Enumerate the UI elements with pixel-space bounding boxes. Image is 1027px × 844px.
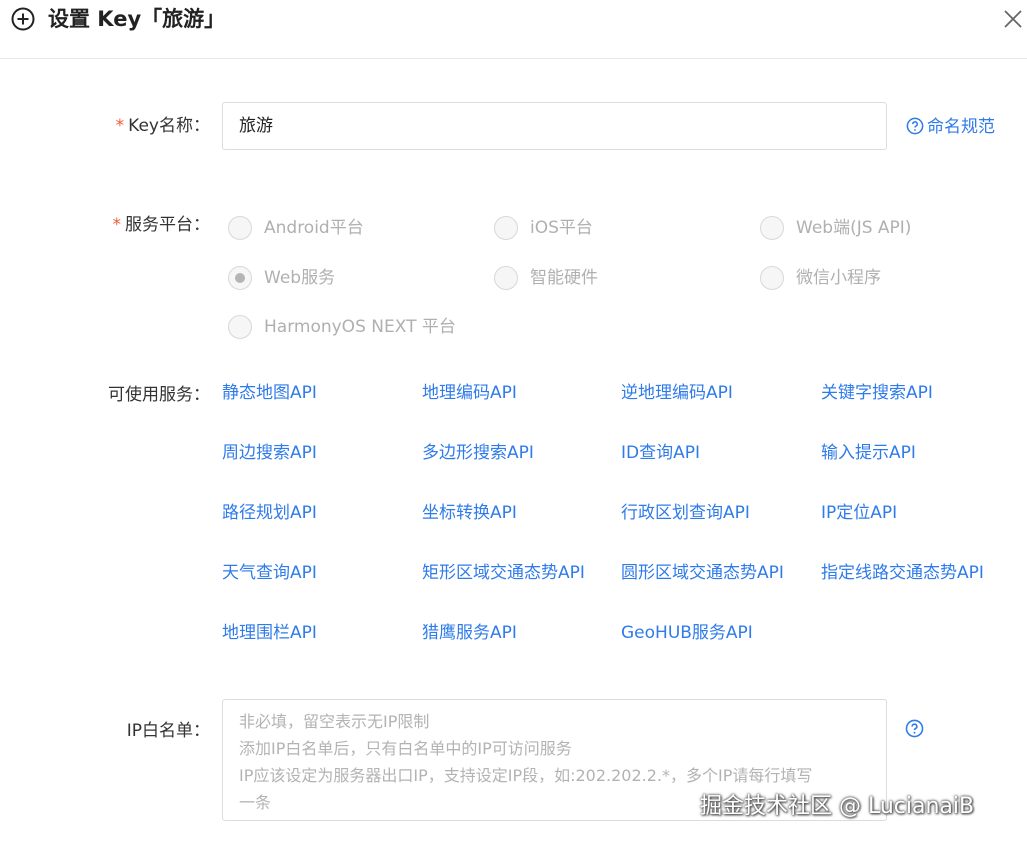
service-link[interactable]: 输入提示API xyxy=(821,442,916,464)
service-link[interactable]: 周边搜索API xyxy=(222,442,317,464)
radio-circle xyxy=(494,216,518,240)
naming-rules-link[interactable]: 命名规范 xyxy=(906,116,995,138)
platform-label: * 服务平台： xyxy=(112,215,211,235)
service-link[interactable]: 坐标转换API xyxy=(422,502,517,524)
radio-circle xyxy=(760,216,784,240)
service-link[interactable]: 天气查询API xyxy=(222,562,317,584)
required-mark: * xyxy=(112,215,122,235)
service-link[interactable]: 矩形区域交通态势API xyxy=(422,562,585,584)
radio-circle xyxy=(228,315,252,339)
service-link[interactable]: 静态地图API xyxy=(222,382,317,404)
close-icon[interactable] xyxy=(1000,6,1026,32)
service-link[interactable]: GeoHUB服务API xyxy=(621,622,753,644)
service-link[interactable]: 多边形搜索API xyxy=(422,442,534,464)
service-link[interactable]: IP定位API xyxy=(821,502,897,524)
required-mark: * xyxy=(115,116,125,136)
radio-circle xyxy=(494,266,518,290)
radio-circle xyxy=(228,216,252,240)
key-name-input[interactable]: 旅游 xyxy=(222,102,887,150)
service-link[interactable]: ID查询API xyxy=(621,442,700,464)
service-link[interactable]: 行政区划查询API xyxy=(621,502,750,524)
dialog-header: 设置 Key「旅游」 xyxy=(0,0,1027,59)
placeholder-line: 添加IP白名单后，只有白名单中的IP可访问服务 xyxy=(239,739,572,758)
service-link[interactable]: 猎鹰服务API xyxy=(422,622,517,644)
question-circle-icon[interactable] xyxy=(905,719,924,738)
key-name-label: * Key名称： xyxy=(115,116,210,136)
radio-circle xyxy=(228,266,252,290)
ip-whitelist-label: IP白名单： xyxy=(126,721,210,741)
placeholder-line: 非必填，留空表示无IP限制 xyxy=(239,712,430,731)
service-link[interactable]: 关键字搜索API xyxy=(821,382,933,404)
dialog-title: 设置 Key「旅游」 xyxy=(48,7,226,31)
question-circle-icon xyxy=(906,117,924,135)
services-label: 可使用服务： xyxy=(108,385,210,405)
placeholder-line: IP应该设定为服务器出口IP，支持设定IP段，如:202.202.2.*，多个I… xyxy=(239,766,813,785)
service-link[interactable]: 指定线路交通态势API xyxy=(821,562,984,584)
service-link[interactable]: 地理围栏API xyxy=(222,622,317,644)
radio-circle xyxy=(760,266,784,290)
service-link[interactable]: 圆形区域交通态势API xyxy=(621,562,784,584)
service-link[interactable]: 逆地理编码API xyxy=(621,382,733,404)
add-circle-icon xyxy=(11,7,35,31)
service-link[interactable]: 路径规划API xyxy=(222,502,317,524)
watermark: 掘金技术社区 @ LucianaiB xyxy=(700,794,975,819)
service-link[interactable]: 地理编码API xyxy=(422,382,517,404)
